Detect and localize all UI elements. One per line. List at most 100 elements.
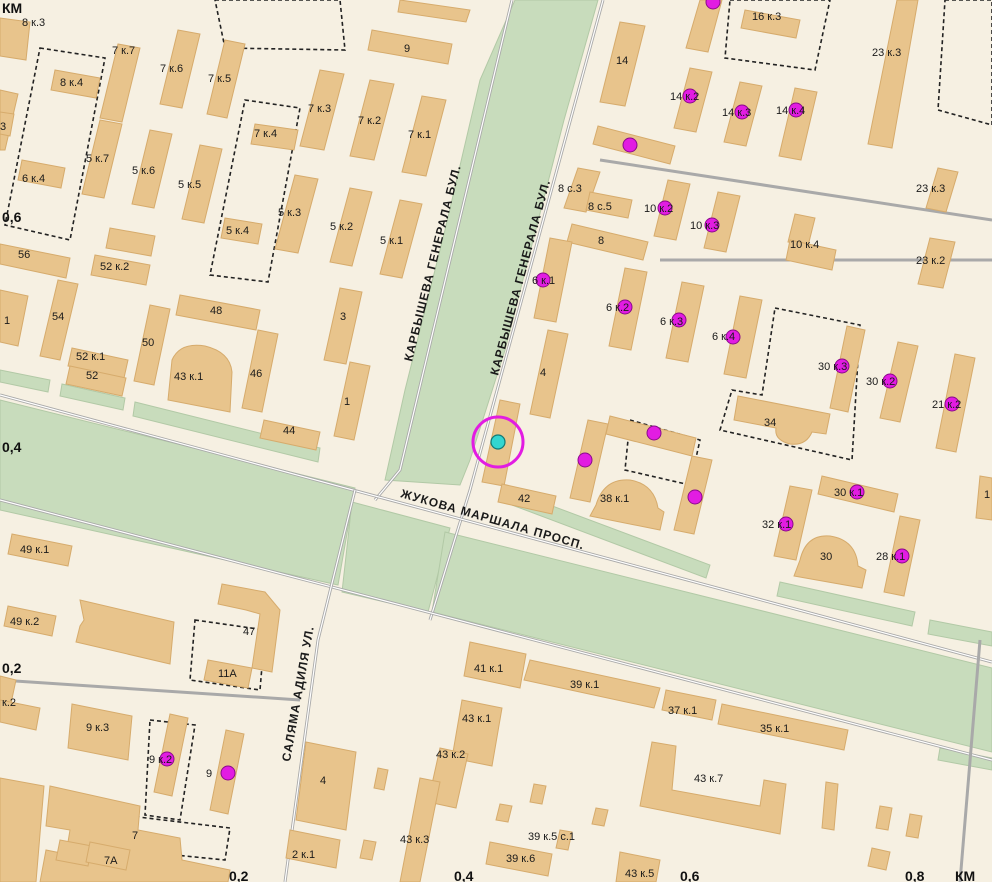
- building-label: 2 к.1: [292, 849, 315, 861]
- map-view[interactable]: КАРБЫШЕВА ГЕНЕРАЛА БУЛ. КАРБЫШЕВА ГЕНЕРА…: [0, 0, 992, 882]
- building-label: 8 к.3: [22, 17, 45, 29]
- building-label: 23 к.2: [916, 255, 945, 267]
- building-label: 54: [52, 311, 64, 323]
- building-label: 39 к.1: [570, 679, 599, 691]
- building-label: 6 к.4: [712, 331, 735, 343]
- building-label: 43 к.7: [694, 773, 723, 785]
- poi-marker[interactable]: [577, 452, 593, 468]
- building-label: 47: [243, 626, 255, 638]
- building-label: 49 к.1: [20, 544, 49, 556]
- building-label: 52 к.2: [100, 261, 129, 273]
- building-label: 5 к.5: [178, 179, 201, 191]
- building-label: 39 к.5 с.1: [528, 831, 575, 843]
- strip-green-6: [927, 619, 992, 647]
- building-label: 34: [764, 417, 776, 429]
- poi-marker[interactable]: [646, 425, 662, 441]
- building-label: 23 к.3: [872, 47, 901, 59]
- scale-label-06-bottom: 0,6: [680, 868, 700, 882]
- building-label: 43 к.3: [400, 834, 429, 846]
- building-label: 8 к.4: [60, 77, 83, 89]
- building-label: 9: [206, 768, 212, 780]
- building-label: 5 к.6: [132, 165, 155, 177]
- building-label: 8 с.3: [558, 183, 582, 195]
- building-label: 30 к.1: [834, 487, 863, 499]
- building-label: 10 к.2: [644, 203, 673, 215]
- building-label: 7 к.5: [208, 73, 231, 85]
- building-label: 43 к.1: [174, 371, 203, 383]
- building-label: 23 к.3: [916, 183, 945, 195]
- scale-label-02-left: 0,2: [2, 660, 22, 676]
- building-label: 10 к.3: [690, 220, 719, 232]
- building-label: 43 к.5: [625, 868, 654, 880]
- building-label: 7 к.3: [308, 103, 331, 115]
- strip-green-1: [0, 369, 51, 393]
- scale-label-3: 3: [0, 121, 6, 133]
- map-canvas[interactable]: КАРБЫШЕВА ГЕНЕРАЛА БУЛ. КАРБЫШЕВА ГЕНЕРА…: [0, 0, 992, 882]
- scale-label-04-left: 0,4: [2, 439, 22, 455]
- building-label: 1: [984, 489, 990, 501]
- building-label: 30 к.2: [866, 376, 895, 388]
- building-label: 39 к.6: [506, 853, 535, 865]
- building-label: 5 к.1: [380, 235, 403, 247]
- building-label: 35 к.1: [760, 723, 789, 735]
- building-label: 7А: [104, 855, 118, 867]
- building-label: к.2: [2, 697, 16, 709]
- building-label: 4: [320, 775, 326, 787]
- building-label: 14 к.4: [776, 105, 805, 117]
- building-label: 7 к.1: [408, 129, 431, 141]
- building-label: 9 к.2: [149, 754, 172, 766]
- building-label: 28 к.1: [876, 551, 905, 563]
- building-label: 9: [404, 43, 410, 55]
- building-label: 5 к.4: [226, 225, 249, 237]
- building-label: 14 к.2: [670, 91, 699, 103]
- building-label: 44: [283, 425, 295, 437]
- poi-marker[interactable]: [622, 137, 638, 153]
- building-label: 37 к.1: [668, 705, 697, 717]
- building-label: 52: [86, 370, 98, 382]
- building-label: 32 к.1: [762, 519, 791, 531]
- building-label: 7 к.7: [112, 45, 135, 57]
- building-label: 49 к.2: [10, 616, 39, 628]
- building-label: 6 к.1: [532, 275, 555, 287]
- building-label: 56: [18, 249, 30, 261]
- building-label: 38 к.1: [600, 493, 629, 505]
- scale-label-km-top: КМ: [2, 0, 22, 16]
- building-label: 5 к.3: [278, 207, 301, 219]
- building-label: 43 к.2: [436, 749, 465, 761]
- building-label: 21 к.2: [932, 399, 961, 411]
- building-label: 7: [132, 830, 138, 842]
- building-label: 7 к.6: [160, 63, 183, 75]
- building-label: 48: [210, 305, 222, 317]
- building-label: 50: [142, 337, 154, 349]
- building-label: 42: [518, 493, 530, 505]
- poi-marker[interactable]: [220, 765, 236, 781]
- building-label: 16 к.3: [752, 11, 781, 23]
- scale-label-06: 0,6: [2, 209, 22, 225]
- poi-marker[interactable]: [687, 489, 703, 505]
- building-label: 7 к.4: [254, 128, 277, 140]
- building-label: 1: [344, 396, 350, 408]
- scale-label-km-bottom: КМ: [955, 868, 975, 882]
- building-label: 6 к.4: [22, 173, 45, 185]
- scale-label-04-bottom: 0,4: [454, 868, 474, 882]
- building-label: 8 с.5: [588, 201, 612, 213]
- building-label: 52 к.1: [76, 351, 105, 363]
- selected-location-dot[interactable]: [490, 434, 506, 450]
- building-label: 3: [340, 311, 346, 323]
- building-label: 7 к.2: [358, 115, 381, 127]
- poi-marker[interactable]: [705, 0, 721, 10]
- building-label: 41 к.1: [474, 663, 503, 675]
- scale-label-08-bottom: 0,8: [905, 868, 925, 882]
- building-label: 5 к.7: [86, 153, 109, 165]
- building-label: 30: [820, 551, 832, 563]
- building-label: 14: [616, 55, 628, 67]
- scale-label-02-bottom: 0,2: [229, 868, 249, 882]
- building-label: 4: [540, 367, 546, 379]
- building-label: 11А: [218, 668, 237, 680]
- building-label: 9 к.3: [86, 722, 109, 734]
- building-label: 30 к.3: [818, 361, 847, 373]
- building-label: 8: [598, 235, 604, 247]
- building-label: 6 к.2: [606, 302, 629, 314]
- building-label: 10 к.4: [790, 239, 819, 251]
- square-green-center: [341, 501, 451, 613]
